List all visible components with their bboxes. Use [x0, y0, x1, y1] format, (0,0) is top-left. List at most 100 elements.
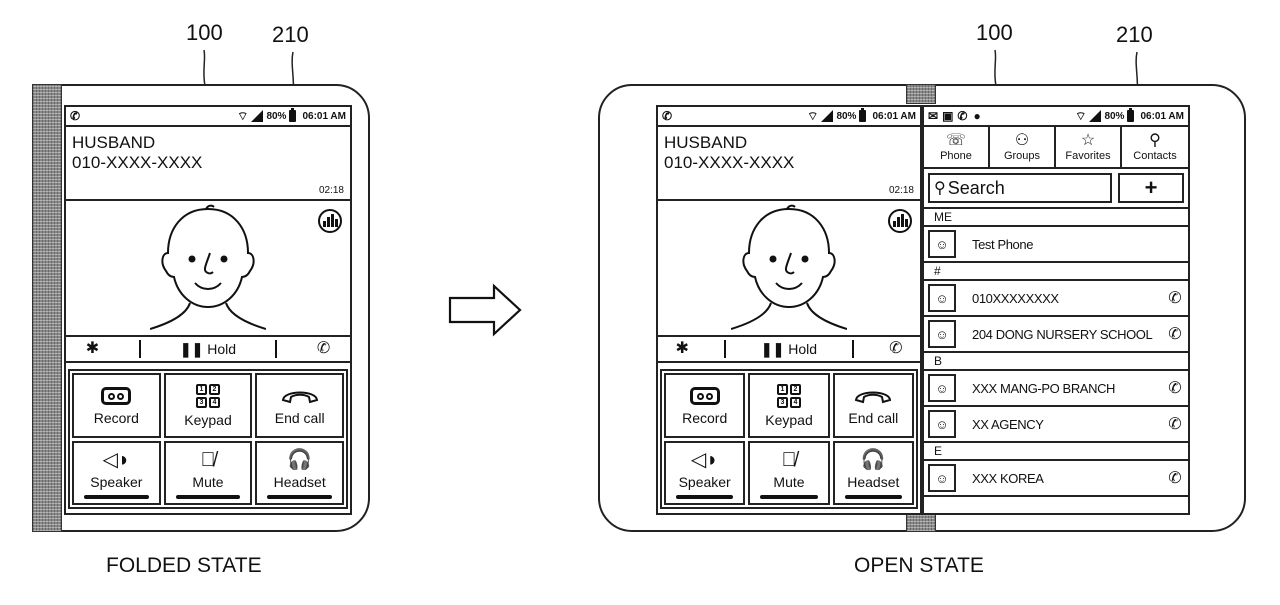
- record-button[interactable]: Record: [72, 373, 161, 438]
- bluetooth-icon[interactable]: ✱: [86, 341, 99, 357]
- tab-contacts[interactable]: ⚲ Contacts: [1122, 127, 1188, 167]
- section-header: ME: [924, 209, 1188, 227]
- mute-button[interactable]: 🎙̸ Mute: [163, 440, 253, 505]
- speaker-indicator: [84, 495, 149, 499]
- keypad-digit: 1: [776, 384, 788, 396]
- call-icon[interactable]: ✆: [1162, 468, 1188, 488]
- signal-icon: [821, 110, 834, 122]
- tab-phone[interactable]: ☏ Phone: [924, 127, 990, 167]
- battery-percent: 80%: [836, 110, 857, 122]
- hinge-edge: [32, 84, 62, 532]
- record-label: Record: [93, 410, 139, 427]
- end-call-button[interactable]: End call: [255, 373, 344, 438]
- headset-button[interactable]: 🎧 Headset: [255, 440, 344, 505]
- section-header: E: [924, 443, 1188, 461]
- status-bar: ✆ ⌔ 80% 06:01 AM: [658, 107, 920, 127]
- call-button-grid: Record 1 2 3 4 Keypad End call ◁◗ Speake…: [68, 369, 348, 509]
- call-icon[interactable]: ✆: [1162, 288, 1188, 308]
- hold-bar: ✱ ❚❚ Hold ✆: [66, 337, 350, 363]
- call-icon[interactable]: ✆: [1162, 378, 1188, 398]
- app-icon: ●: [973, 109, 981, 123]
- add-call-icon[interactable]: ✆: [889, 341, 902, 357]
- list-item[interactable]: ☺ 204 DONG NURSERY SCHOOL ✆: [924, 317, 1188, 353]
- call-duration: 02:18: [888, 185, 914, 196]
- headset-icon: 🎧: [860, 448, 886, 471]
- message-icon: ✉: [928, 109, 939, 123]
- section-header: #: [924, 263, 1188, 281]
- record-button[interactable]: Record: [664, 373, 746, 438]
- speaker-label: Speaker: [90, 473, 143, 490]
- wifi-icon: ⌔: [1075, 108, 1087, 123]
- folded-device: ✆ ⌔ 80% 06:01 AM HUSBAND 010-XXXX-XXXX 0…: [32, 84, 370, 532]
- keypad-button[interactable]: 1 2 3 4 Keypad: [748, 373, 830, 438]
- contact-avatar-icon: ☺: [928, 284, 956, 312]
- equalizer-icon[interactable]: [318, 209, 342, 233]
- headset-indicator: [844, 495, 902, 499]
- list-item[interactable]: ☺ XXX MANG-PO BRANCH ✆: [924, 371, 1188, 407]
- mute-indicator: [175, 495, 241, 499]
- speaker-button[interactable]: ◁◗ Speaker: [72, 440, 161, 505]
- equalizer-icon[interactable]: [888, 209, 912, 233]
- pause-icon: ❚❚: [179, 340, 204, 357]
- caller-photo-area: [658, 201, 920, 337]
- mute-icon: 🎙̸: [781, 448, 797, 471]
- caption-folded-state: FOLDED STATE: [106, 554, 262, 577]
- bluetooth-icon[interactable]: ✱: [676, 341, 689, 357]
- contact-avatar-icon: ☺: [928, 320, 956, 348]
- contact-name: 204 DONG NURSERY SCHOOL: [972, 326, 1153, 342]
- contact-avatar-icon: ☺: [928, 230, 956, 258]
- call-icon[interactable]: ✆: [1162, 414, 1188, 434]
- call-icon[interactable]: ✆: [1162, 324, 1188, 344]
- mute-button[interactable]: 🎙̸ Mute: [748, 440, 830, 505]
- contact-name: XXX KOREA: [972, 470, 1044, 486]
- mute-label: Mute: [773, 473, 805, 490]
- search-input[interactable]: ⚲ Search: [928, 173, 1112, 203]
- tab-favorites[interactable]: ☆ Favorites: [1056, 127, 1122, 167]
- end-call-button[interactable]: End call: [832, 373, 914, 438]
- tab-label: Contacts: [1133, 150, 1177, 162]
- speaker-button[interactable]: ◁◗ Speaker: [664, 440, 746, 505]
- keypad-button[interactable]: 1 2 3 4 Keypad: [163, 373, 253, 438]
- right-arrow-icon: [448, 283, 522, 337]
- tab-groups[interactable]: ⚇ Groups: [990, 127, 1056, 167]
- keypad-digit: 3: [195, 397, 207, 409]
- leader-line-100-open: [994, 49, 997, 87]
- status-bar: ✆ ⌔ 80% 06:01 AM: [66, 107, 350, 127]
- caller-number: 010-XXXX-XXXX: [72, 153, 203, 172]
- speaker-icon: ◁◗: [690, 448, 719, 471]
- speaker-indicator: [676, 495, 734, 499]
- caller-photo-area: [66, 201, 350, 337]
- contact-name: Test Phone: [972, 236, 1034, 252]
- headset-indicator: [267, 495, 332, 499]
- keypad-digit: 4: [789, 397, 801, 409]
- status-bar: ✉ ▣ ✆ ● ⌔ 80% 06:01 AM: [924, 107, 1188, 127]
- add-call-icon[interactable]: ✆: [317, 341, 330, 357]
- list-item[interactable]: ☺ 010XXXXXXXX ✆: [924, 281, 1188, 317]
- add-contact-button[interactable]: +: [1118, 173, 1184, 203]
- speaker-label: Speaker: [678, 473, 731, 490]
- contact-name: XXX MANG-PO BRANCH: [972, 380, 1116, 396]
- end-call-label: End call: [274, 410, 325, 427]
- search-row: ⚲ Search +: [924, 169, 1188, 209]
- search-placeholder: Search: [947, 177, 1005, 198]
- hold-button[interactable]: ❚❚ Hold: [761, 341, 817, 358]
- caller-number: 010-XXXX-XXXX: [664, 153, 795, 172]
- pause-icon: ❚❚: [760, 340, 785, 357]
- section-header: B: [924, 353, 1188, 371]
- tab-label: Phone: [940, 150, 972, 162]
- wifi-icon: ⌔: [807, 108, 819, 123]
- list-item[interactable]: ☺ Test Phone: [924, 227, 1188, 263]
- mute-indicator: [760, 495, 818, 499]
- caller-avatar-icon: [150, 204, 266, 330]
- keypad-icon: 1 2 3 4: [195, 384, 220, 409]
- end-call-icon: [855, 391, 892, 404]
- list-item[interactable]: ☺ XXX KOREA ✆: [924, 461, 1188, 497]
- battery-icon: [1127, 108, 1135, 122]
- hold-button[interactable]: ❚❚ Hold: [180, 341, 236, 358]
- headset-label: Headset: [273, 473, 326, 490]
- headset-button[interactable]: 🎧 Headset: [832, 440, 914, 505]
- keypad-digit: 2: [208, 384, 220, 396]
- battery-icon: [289, 108, 297, 122]
- status-time: 06:01 AM: [1140, 110, 1184, 122]
- list-item[interactable]: ☺ XX AGENCY ✆: [924, 407, 1188, 443]
